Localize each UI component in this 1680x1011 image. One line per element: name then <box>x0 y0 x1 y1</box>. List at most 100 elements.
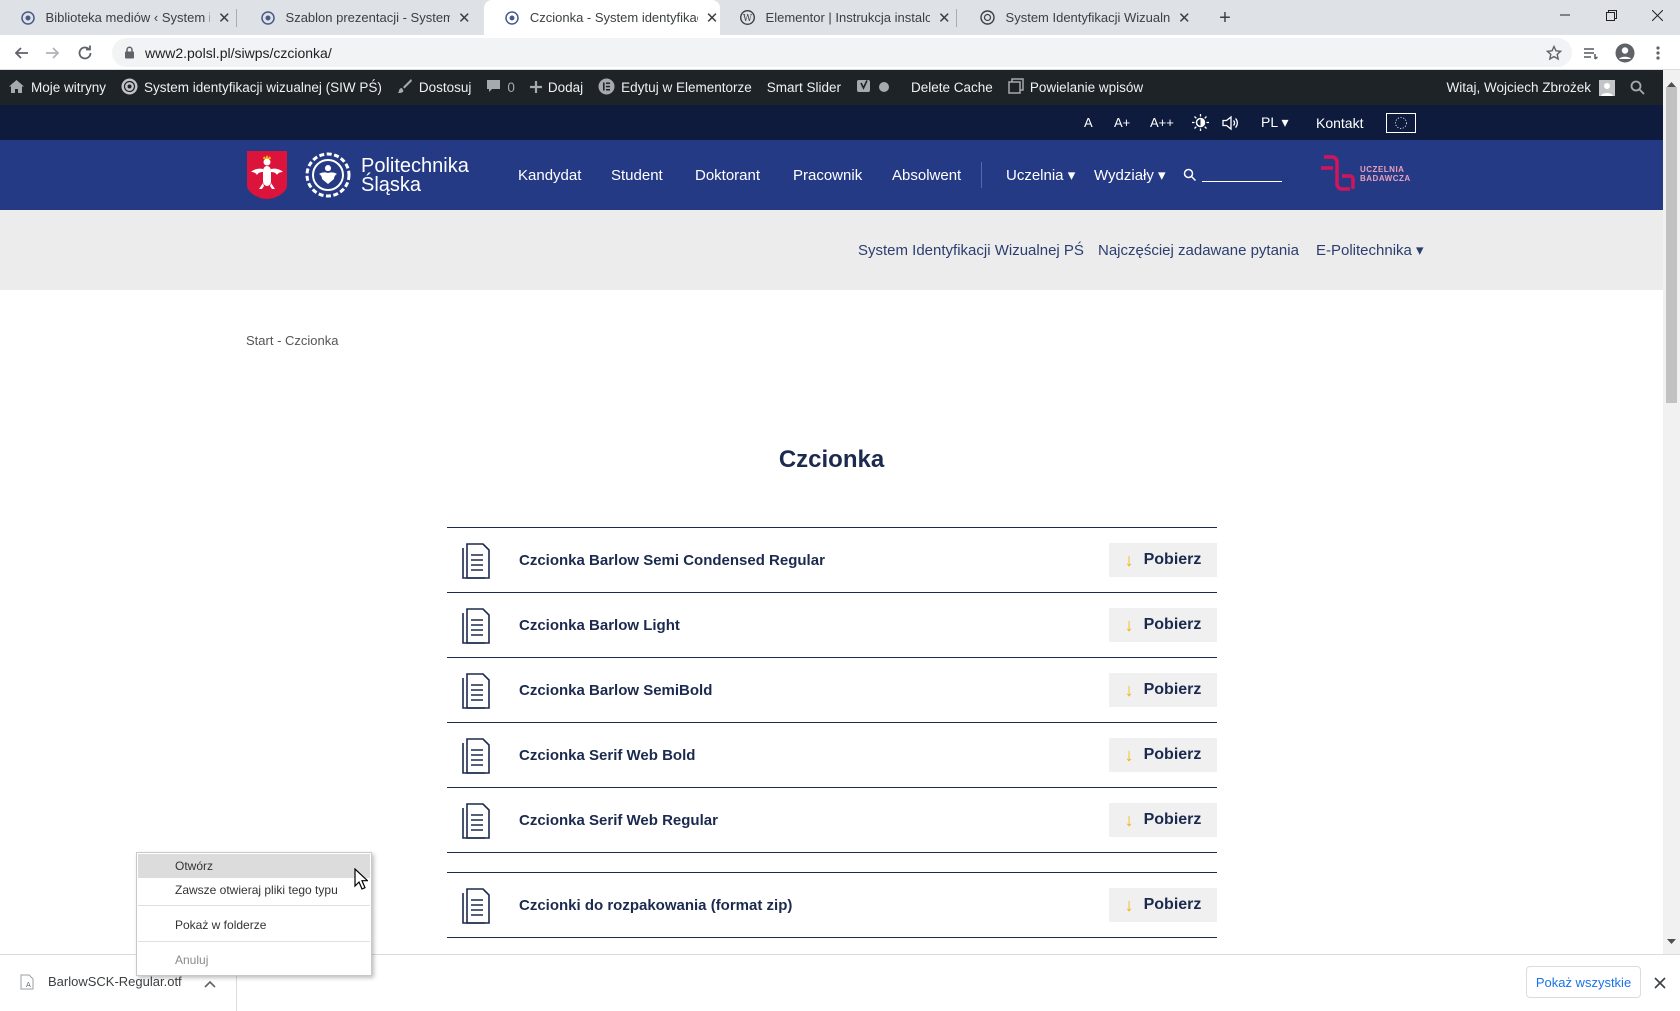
search-input[interactable] <box>1202 181 1282 182</box>
comment-icon <box>486 79 501 96</box>
browser-tab[interactable]: Szablon prezentacji - System ider ✕ <box>240 0 472 35</box>
file-name: Czcionka Barlow SemiBold <box>519 681 713 699</box>
chevron-up-icon[interactable] <box>204 975 216 993</box>
download-arrow-icon: ↓ <box>1124 744 1134 765</box>
site-favicon-icon <box>980 10 996 26</box>
download-button[interactable]: ↓ Pobierz <box>1109 673 1217 707</box>
nav-pracownik[interactable]: Pracownik <box>793 140 862 210</box>
show-all-downloads-button[interactable]: Pokaż wszystkie <box>1526 966 1641 998</box>
mouse-cursor-icon <box>354 867 370 895</box>
list-bottom-border <box>447 937 1217 938</box>
admin-duplicate-posts[interactable]: Powielanie wpisów <box>1008 78 1143 97</box>
contact-link[interactable]: Kontakt <box>1316 105 1363 140</box>
browser-tab[interactable]: W Elementor | Instrukcja instalowan ✕ <box>720 0 952 35</box>
menu-item-show-in-folder[interactable]: Pokaż w folderze <box>138 913 370 937</box>
download-button[interactable]: ↓ Pobierz <box>1109 803 1217 837</box>
browser-menu-icon[interactable] <box>1645 40 1671 66</box>
download-button[interactable]: ↓ Pobierz <box>1109 888 1217 922</box>
badge-line2: BADAWCZA <box>1360 174 1411 183</box>
admin-customize[interactable]: Dostosuj <box>397 78 471 97</box>
back-icon[interactable] <box>8 40 34 66</box>
scroll-down-icon[interactable] <box>1667 932 1676 950</box>
tab-title: Czcionka - System identyfikacji w <box>529 10 698 25</box>
close-tab-icon[interactable]: ✕ <box>456 9 472 27</box>
restore-icon[interactable] <box>1588 0 1634 30</box>
section-divider <box>447 852 1217 872</box>
duplicate-icon <box>1008 78 1024 97</box>
close-window-icon[interactable] <box>1634 0 1680 30</box>
page-title: Czcionka <box>778 446 885 473</box>
admin-delete-cache[interactable]: Delete Cache <box>911 80 993 95</box>
yoast-icon <box>856 78 872 97</box>
page-scrollbar[interactable] <box>1663 70 1680 954</box>
download-label: Pobierz <box>1143 746 1202 763</box>
browser-tab-active[interactable]: Czcionka - System identyfikacji w ✕ <box>484 0 720 35</box>
tab-divider <box>236 9 237 27</box>
admin-edit-elementor[interactable]: Edytuj w Elementorze <box>598 78 752 98</box>
bookmark-star-icon[interactable] <box>1541 40 1567 66</box>
nav-kandydat[interactable]: Kandydat <box>518 140 581 210</box>
nav-student[interactable]: Student <box>611 140 663 210</box>
download-button[interactable]: ↓ Pobierz <box>1109 543 1217 577</box>
admin-search-icon[interactable] <box>1630 80 1645 95</box>
close-tab-icon[interactable]: ✕ <box>704 9 720 27</box>
nav-uczelnia[interactable]: Uczelnia ▾ <box>1006 140 1075 210</box>
admin-account[interactable]: Witaj, Wojciech Zbrożek <box>1446 70 1645 105</box>
browser-tab[interactable]: Biblioteka mediów ‹ System ident ✕ <box>0 0 232 35</box>
svg-text:A: A <box>26 981 31 989</box>
nav-doktorant[interactable]: Doktorant <box>695 140 760 210</box>
document-icon <box>461 803 491 839</box>
subnav-faq[interactable]: Najczęściej zadawane pytania <box>1098 210 1299 290</box>
minimize-icon[interactable] <box>1542 0 1588 30</box>
admin-my-sites[interactable]: Moje witryny <box>8 79 106 97</box>
admin-smart-slider[interactable]: Smart Slider <box>767 80 841 95</box>
file-row: Czcionki do rozpakowania (format zip) ↓ P… <box>447 872 1217 937</box>
subnav-e-politechnika[interactable]: E-Politechnika ▾ <box>1316 210 1424 290</box>
menu-item-always-open[interactable]: Zawsze otwieraj pliki tego typu <box>138 878 370 902</box>
download-label: Pobierz <box>1143 811 1202 828</box>
wordpress-favicon-icon: W <box>740 10 756 26</box>
close-tab-icon[interactable]: ✕ <box>1176 9 1192 27</box>
font-size-normal[interactable]: A <box>1084 105 1093 140</box>
menu-item-open[interactable]: Otwórz <box>138 854 370 878</box>
download-arrow-icon: ↓ <box>1124 614 1134 635</box>
font-size-larger[interactable]: A+ <box>1114 105 1130 140</box>
subnav-siw[interactable]: System Identyfikacji Wizualnej PŚ <box>858 210 1084 290</box>
language-selector[interactable]: PL ▾ <box>1261 105 1289 140</box>
menu-separator <box>138 941 370 942</box>
reload-icon[interactable] <box>72 40 98 66</box>
scrollbar-thumb[interactable] <box>1666 87 1677 403</box>
nav-absolwent[interactable]: Absolwent <box>892 140 961 210</box>
close-downloads-icon[interactable] <box>1654 976 1666 994</box>
contrast-icon[interactable] <box>1192 105 1209 140</box>
search-icon[interactable] <box>1183 168 1197 186</box>
document-icon <box>461 543 491 579</box>
admin-item-label: Moje witryny <box>31 80 107 95</box>
status-dot-icon <box>878 80 890 96</box>
reading-list-icon[interactable] <box>1578 40 1604 66</box>
close-tab-icon[interactable]: ✕ <box>216 9 232 27</box>
close-tab-icon[interactable]: ✕ <box>936 9 952 27</box>
speaker-icon[interactable] <box>1222 105 1240 140</box>
admin-new[interactable]: Dodaj <box>529 80 583 96</box>
menu-item-cancel[interactable]: Anuluj <box>138 948 370 972</box>
forward-icon[interactable] <box>40 40 66 66</box>
file-row: Czcionka Barlow Semi Condensed Regular ↓… <box>447 527 1217 592</box>
file-list: Czcionka Barlow Semi Condensed Regular ↓… <box>447 527 1217 938</box>
profile-avatar-icon[interactable] <box>1612 40 1638 66</box>
download-button[interactable]: ↓ Pobierz <box>1109 608 1217 642</box>
new-tab-button[interactable]: + <box>1213 6 1237 30</box>
admin-item-label: Powielanie wpisów <box>1029 80 1144 95</box>
browser-tab[interactable]: System Identyfikacji Wizualnej Po ✕ <box>960 0 1192 35</box>
breadcrumb[interactable]: Start - Czcionka <box>246 333 338 348</box>
download-filename[interactable]: BarlowSCK-Regular.otf <box>48 974 182 989</box>
admin-seo[interactable] <box>856 78 896 97</box>
admin-site-name[interactable]: System identyfikacji wizualnej (SIW PŚ) <box>121 78 382 98</box>
site-logo-icon <box>121 78 138 98</box>
address-bar[interactable]: www2.polsl.pl/siwps/czcionka/ <box>112 38 1572 67</box>
tab-title: Biblioteka mediów ‹ System ident <box>45 10 211 25</box>
admin-comments[interactable]: 0 <box>486 79 515 96</box>
download-button[interactable]: ↓ Pobierz <box>1109 738 1217 772</box>
nav-wydzialy[interactable]: Wydziały ▾ <box>1094 140 1166 210</box>
font-size-largest[interactable]: A++ <box>1150 105 1174 140</box>
